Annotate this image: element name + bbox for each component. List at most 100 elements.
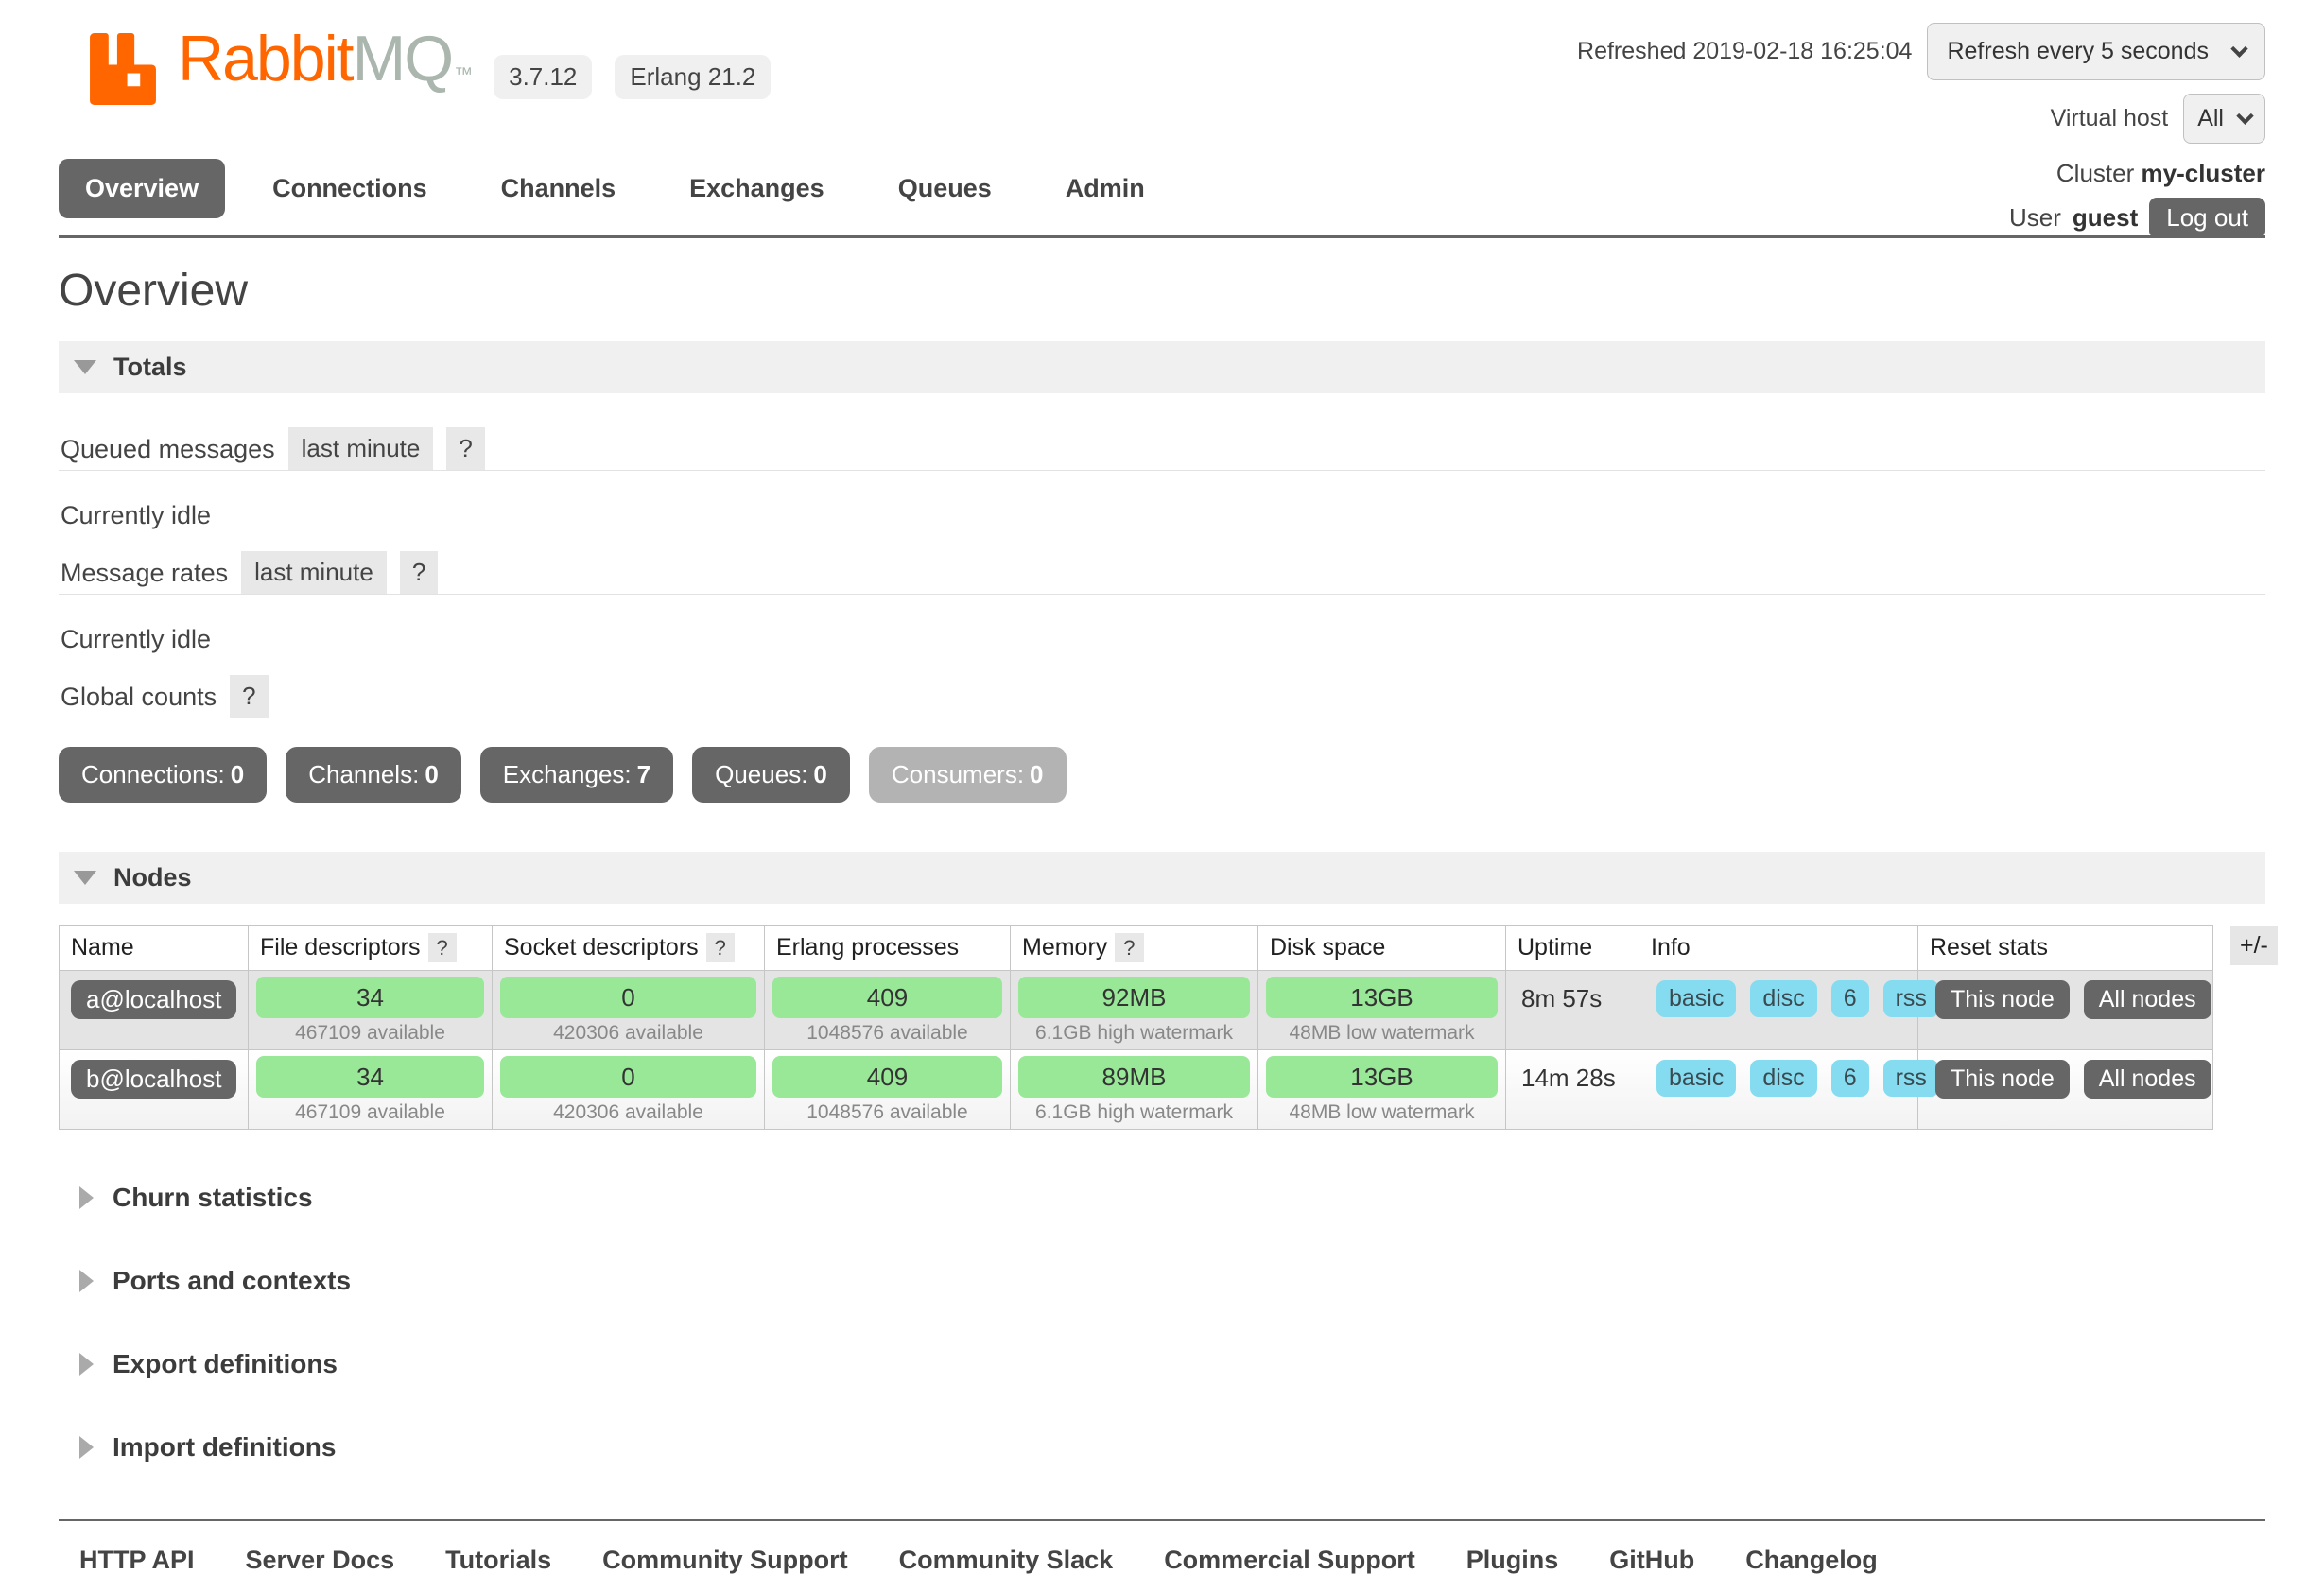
nodes-section-header[interactable]: Nodes [59,852,2265,904]
metric-bar: 409 [772,1056,1002,1098]
totals-section-header[interactable]: Totals [59,341,2265,393]
col-reset-stats: Reset stats [1918,926,2213,971]
info-tag[interactable]: disc [1750,980,1816,1017]
info-tag[interactable]: 6 [1831,1060,1869,1097]
footer-link-server-docs[interactable]: Server Docs [246,1546,395,1575]
refresh-interval-value: Refresh every 5 seconds [1947,38,2209,65]
reset-this-node-button[interactable]: This node [1935,1060,2070,1099]
refreshed-timestamp: Refreshed 2019-02-18 16:25:04 [1577,38,1912,65]
collapse-down-triangle-icon [74,360,96,374]
help-icon[interactable]: ? [230,675,268,718]
metric-bar: 13GB [1266,977,1498,1018]
user-label: User [2009,203,2061,233]
col-name: Name [60,926,249,971]
cluster-label: Cluster [2056,159,2134,187]
metric-bar: 409 [772,977,1002,1018]
message-rates-label: Message rates [61,559,228,594]
reset-all-nodes-button[interactable]: All nodes [2084,980,2211,1019]
info-tag[interactable]: basic [1656,980,1736,1017]
channels-count-button[interactable]: Channels:0 [286,747,461,803]
info-tag[interactable]: basic [1656,1060,1736,1097]
collapse-right-triangle-icon [79,1186,94,1209]
message-rates-row: Message rates last minute ? [59,551,2265,594]
toggle-columns-link[interactable]: +/- [2230,926,2278,965]
footer-links: HTTP API Server Docs Tutorials Community… [79,1546,2245,1575]
cluster-name: my-cluster [2142,159,2266,187]
nodes-table-wrap: Name File descriptors? Socket descriptor… [59,925,2265,1130]
tab-channels[interactable]: Channels [475,159,643,218]
message-rates-range-tag[interactable]: last minute [241,551,387,594]
help-icon[interactable]: ? [1115,933,1143,962]
collapse-right-triangle-icon [79,1353,94,1376]
exchanges-count-button[interactable]: Exchanges:7 [480,747,673,803]
user-row: User guest Log out [1577,198,2265,238]
collapse-right-triangle-icon [79,1436,94,1459]
footer-link-http-api[interactable]: HTTP API [79,1546,195,1575]
virtual-host-value: All [2197,105,2224,132]
nodes-heading: Nodes [113,863,192,892]
file-descriptors-cell: 34 467109 available [249,1050,493,1130]
tab-queues[interactable]: Queues [872,159,1018,218]
col-erlang-processes: Erlang processes [765,926,1011,971]
brand-rabbit-text: Rabbit [178,23,353,95]
erlang-processes-cell: 409 1048576 available [765,1050,1011,1130]
tab-admin[interactable]: Admin [1039,159,1171,218]
logout-button[interactable]: Log out [2149,198,2265,238]
footer-link-community-slack[interactable]: Community Slack [899,1546,1114,1575]
queued-messages-label: Queued messages [61,435,275,470]
footer-link-github[interactable]: GitHub [1609,1546,1694,1575]
header-right: Refreshed 2019-02-18 16:25:04 Refresh ev… [1577,23,2265,238]
col-uptime: Uptime [1506,926,1639,971]
page-title: Overview [59,265,2265,317]
totals-heading: Totals [113,353,187,382]
rabbitmq-logo[interactable]: RabbitMQ™ [74,28,471,105]
socket-descriptors-cell: 0 420306 available [493,1050,765,1130]
col-info: Info [1639,926,1918,971]
info-tag[interactable]: disc [1750,1060,1816,1097]
metric-bar: 13GB [1266,1056,1498,1098]
reset-stats-cell: This node All nodes [1918,971,2213,1050]
chevron-down-icon [2236,107,2253,124]
connections-count-button[interactable]: Connections:0 [59,747,267,803]
reset-this-node-button[interactable]: This node [1935,980,2070,1019]
reset-all-nodes-button[interactable]: All nodes [2084,1060,2211,1099]
tab-overview[interactable]: Overview [59,159,225,218]
help-icon[interactable]: ? [446,427,484,470]
section-ports-and-contexts[interactable]: Ports and contexts [59,1266,2265,1296]
file-descriptors-cell: 34 467109 available [249,971,493,1050]
node-row-b: b@localhost 34 467109 available 0 420306… [60,1050,2213,1130]
footer-link-community-support[interactable]: Community Support [602,1546,847,1575]
logo-area: RabbitMQ™ 3.7.12 Erlang 21.2 [74,28,771,105]
metric-bar: 34 [256,977,484,1018]
tab-exchanges[interactable]: Exchanges [663,159,851,218]
help-icon[interactable]: ? [400,551,438,594]
section-churn-statistics[interactable]: Churn statistics [59,1183,2265,1213]
queues-count-button[interactable]: Queues:0 [692,747,850,803]
section-export-definitions[interactable]: Export definitions [59,1349,2265,1379]
help-icon[interactable]: ? [706,933,735,962]
footer-link-changelog[interactable]: Changelog [1745,1546,1878,1575]
node-row-a: a@localhost 34 467109 available 0 420306… [60,971,2213,1050]
node-name-badge[interactable]: b@localhost [71,1060,236,1099]
help-icon[interactable]: ? [428,933,457,962]
queued-messages-range-tag[interactable]: last minute [288,427,434,470]
message-rates-status: Currently idle [61,625,2265,654]
node-name-badge[interactable]: a@localhost [71,980,236,1019]
erlang-processes-cell: 409 1048576 available [765,971,1011,1050]
disk-space-cell: 13GB 48MB low watermark [1258,971,1506,1050]
rabbitmq-version-badge: 3.7.12 [494,55,592,99]
info-tag[interactable]: 6 [1831,980,1869,1017]
footer-link-tutorials[interactable]: Tutorials [445,1546,551,1575]
consumers-count-button[interactable]: Consumers:0 [869,747,1067,803]
virtual-host-select[interactable]: All [2183,94,2265,144]
footer-link-commercial-support[interactable]: Commercial Support [1164,1546,1415,1575]
refresh-row: Refreshed 2019-02-18 16:25:04 Refresh ev… [1577,23,2265,80]
rabbit-icon [74,33,172,105]
col-socket-descriptors: Socket descriptors? [493,926,765,971]
divider [59,470,2265,471]
footer-link-plugins[interactable]: Plugins [1466,1546,1559,1575]
global-counts-buttons: Connections:0 Channels:0 Exchanges:7 Que… [59,747,2265,803]
refresh-interval-select[interactable]: Refresh every 5 seconds [1927,23,2265,80]
tab-connections[interactable]: Connections [246,159,454,218]
section-import-definitions[interactable]: Import definitions [59,1432,2265,1462]
